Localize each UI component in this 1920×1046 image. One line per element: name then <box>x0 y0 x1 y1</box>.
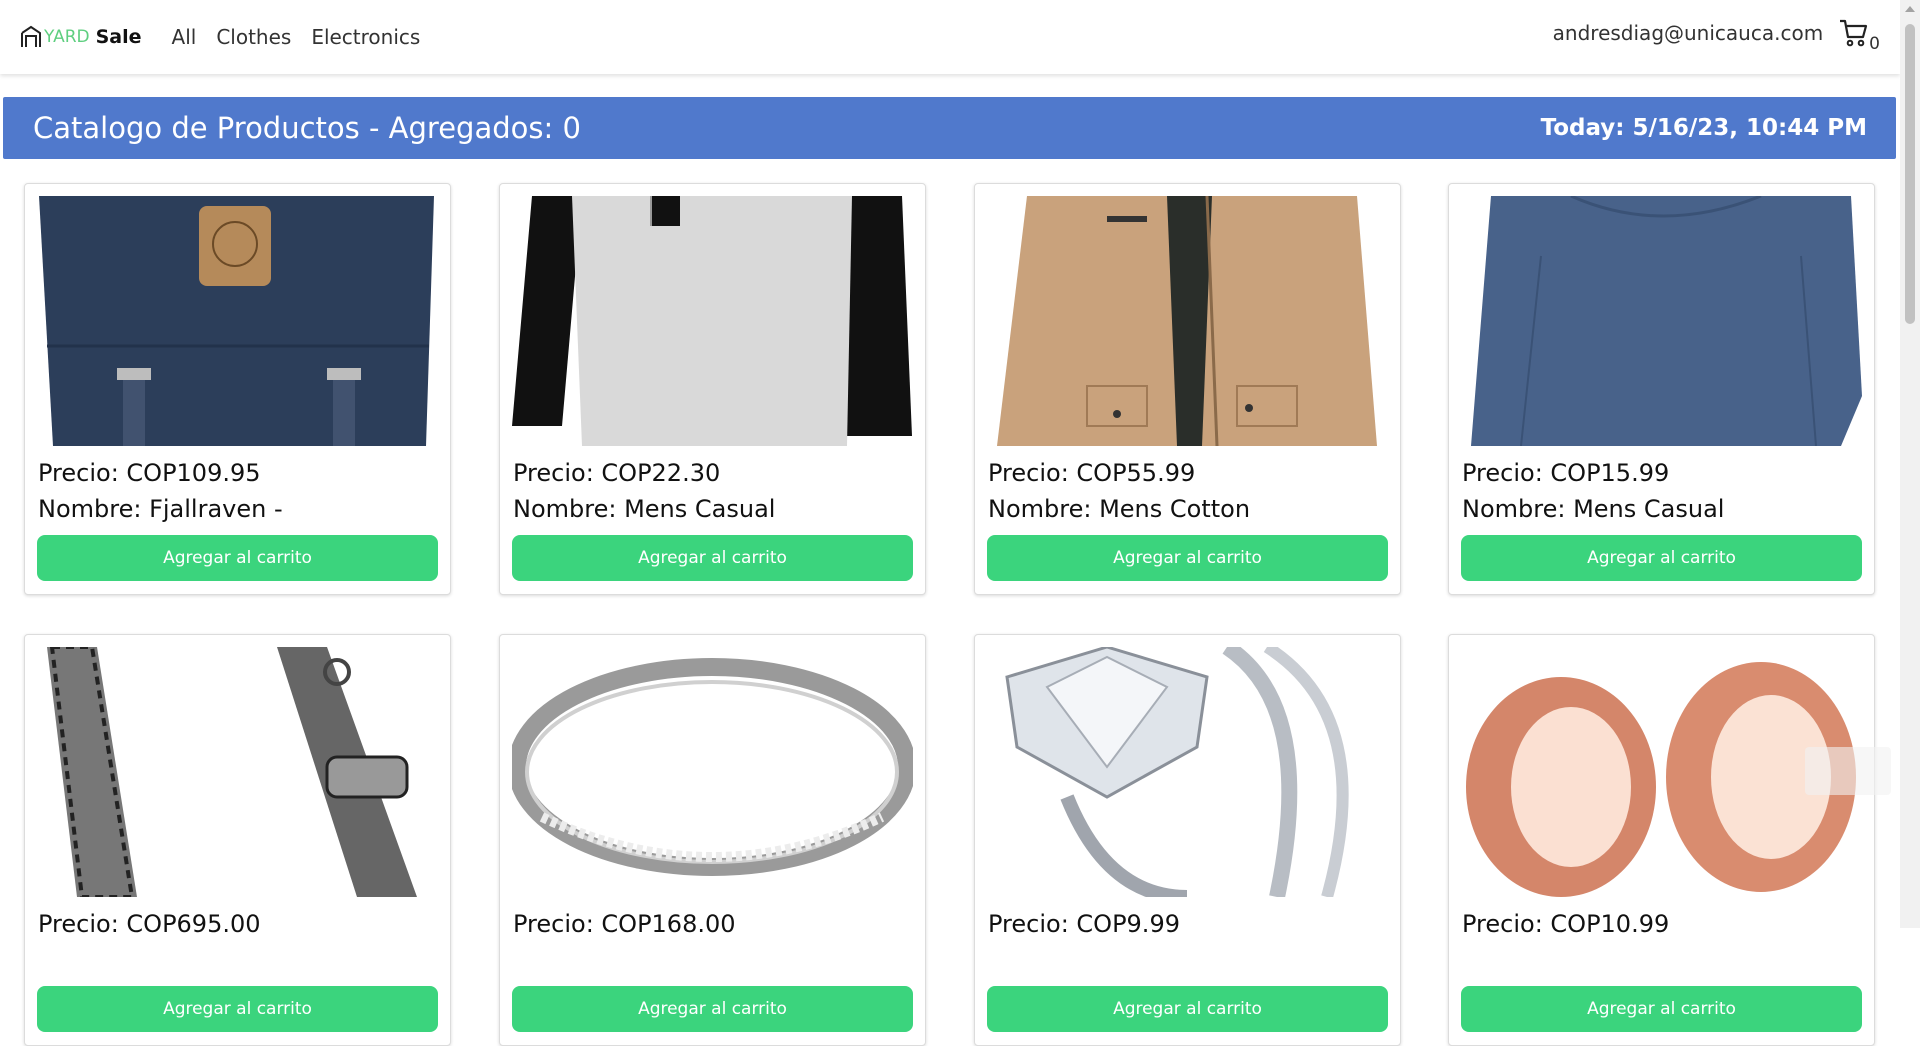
nav-link-electronics[interactable]: Electronics <box>311 25 420 49</box>
catalog-header: Catalogo de Productos - Agregados: 0 Tod… <box>3 97 1896 159</box>
product-image-slim-fit-shirt[interactable] <box>1461 196 1862 446</box>
brand-sale-text: Sale <box>95 26 142 48</box>
product-image-rose-gold-plugs[interactable] <box>1461 647 1862 897</box>
scrollbar[interactable] <box>1900 0 1920 928</box>
product-name: Nombre: Mens Cotton <box>988 495 1251 523</box>
product-image-silver-ring[interactable] <box>512 647 913 897</box>
catalog-title: Catalogo de Productos - Agregados: 0 <box>33 111 581 145</box>
product-card: Precio: COP109.95 Nombre: Fjallraven - A… <box>24 183 451 595</box>
product-name: Nombre: Mens Casual <box>513 495 776 523</box>
product-price: Precio: COP10.99 <box>1462 910 1670 938</box>
product-price: Precio: COP15.99 <box>1462 459 1670 487</box>
add-to-cart-button[interactable]: Agregar al carrito <box>987 986 1388 1032</box>
product-image-cotton-jacket[interactable] <box>987 196 1388 446</box>
scrollbar-thumb[interactable] <box>1905 24 1915 324</box>
product-price: Precio: COP9.99 <box>988 910 1180 938</box>
product-price: Precio: COP109.95 <box>38 459 261 487</box>
cart-count: 0 <box>1869 34 1880 54</box>
product-card: Precio: COP15.99 Nombre: Mens Casual Agr… <box>1448 183 1875 595</box>
nav-link-all[interactable]: All <box>172 25 197 49</box>
product-price: Precio: COP55.99 <box>988 459 1196 487</box>
scroll-up-icon[interactable] <box>1905 6 1915 12</box>
product-card: Precio: COP9.99 Agregar al carrito <box>974 634 1401 1046</box>
product-card: Precio: COP10.99 Agregar al carrito <box>1448 634 1875 1046</box>
brand-yard-text: YARD <box>44 27 90 47</box>
brand-logo[interactable]: YARD Sale <box>20 25 142 49</box>
product-card: Precio: COP695.00 Agregar al carrito <box>24 634 451 1046</box>
add-to-cart-button[interactable]: Agregar al carrito <box>987 535 1388 581</box>
catalog-date: Today: 5/16/23, 10:44 PM <box>1540 115 1867 141</box>
product-card: Precio: COP168.00 Agregar al carrito <box>499 634 926 1046</box>
product-card: Precio: COP22.30 Nombre: Mens Casual Agr… <box>499 183 926 595</box>
floating-widget[interactable] <box>1805 747 1891 795</box>
product-price: Precio: COP22.30 <box>513 459 721 487</box>
product-card: Precio: COP55.99 Nombre: Mens Cotton Agr… <box>974 183 1401 595</box>
product-name: Nombre: Fjallraven - <box>38 495 283 523</box>
product-price: Precio: COP695.00 <box>38 910 261 938</box>
add-to-cart-button[interactable]: Agregar al carrito <box>1461 535 1862 581</box>
add-to-cart-button[interactable]: Agregar al carrito <box>37 986 438 1032</box>
navbar: YARD Sale All Clothes Electronics andres… <box>0 0 1900 74</box>
barn-icon <box>21 25 41 47</box>
nav-link-clothes[interactable]: Clothes <box>216 25 291 49</box>
product-image-diamond-ring[interactable] <box>987 647 1388 897</box>
add-to-cart-button[interactable]: Agregar al carrito <box>1461 986 1862 1032</box>
shopping-cart-icon <box>1840 19 1868 47</box>
nav-right: andresdiag@unicauca.com 0 <box>1553 18 1880 54</box>
product-image-backpack[interactable] <box>37 196 438 446</box>
product-name: Nombre: Mens Casual <box>1462 495 1725 523</box>
add-to-cart-button[interactable]: Agregar al carrito <box>512 986 913 1032</box>
nav-links: All Clothes Electronics <box>172 25 441 49</box>
add-to-cart-button[interactable]: Agregar al carrito <box>37 535 438 581</box>
user-email[interactable]: andresdiag@unicauca.com <box>1553 21 1824 45</box>
add-to-cart-button[interactable]: Agregar al carrito <box>512 535 913 581</box>
cart-button[interactable]: 0 <box>1839 18 1880 54</box>
product-image-chain-bracelet[interactable] <box>37 647 438 897</box>
product-price: Precio: COP168.00 <box>513 910 736 938</box>
product-image-raglan-tshirt[interactable] <box>512 196 913 446</box>
